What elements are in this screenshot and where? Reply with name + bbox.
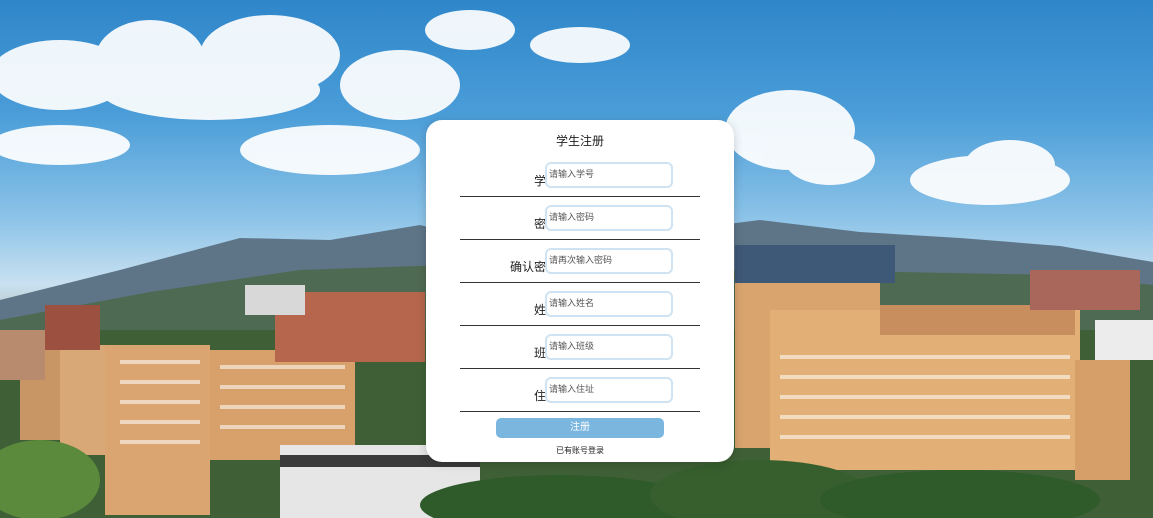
confirm-password-input[interactable] <box>545 248 673 274</box>
form-row-confirm-password: 确认密码: <box>460 239 700 283</box>
form-row-name: 姓名: <box>460 282 700 326</box>
address-input[interactable] <box>545 377 673 403</box>
page-title: 学生注册 <box>555 134 604 148</box>
form-row-address: 住址: <box>460 368 700 412</box>
password-input[interactable] <box>545 205 673 231</box>
form-row-password: 密码: <box>460 196 700 240</box>
name-input[interactable] <box>545 291 673 317</box>
register-card: 学生注册 学号: 密码: 确认密码: 姓名: 班级: 住址: 注册 已有账号登录 <box>426 120 734 462</box>
student-id-input[interactable] <box>545 162 673 188</box>
register-button[interactable]: 注册 <box>496 418 664 438</box>
login-link[interactable]: 已有账号登录 <box>426 445 734 456</box>
class-input[interactable] <box>545 334 673 360</box>
form-row-class: 班级: <box>460 325 700 369</box>
form-row-student-id: 学号: <box>460 153 700 197</box>
